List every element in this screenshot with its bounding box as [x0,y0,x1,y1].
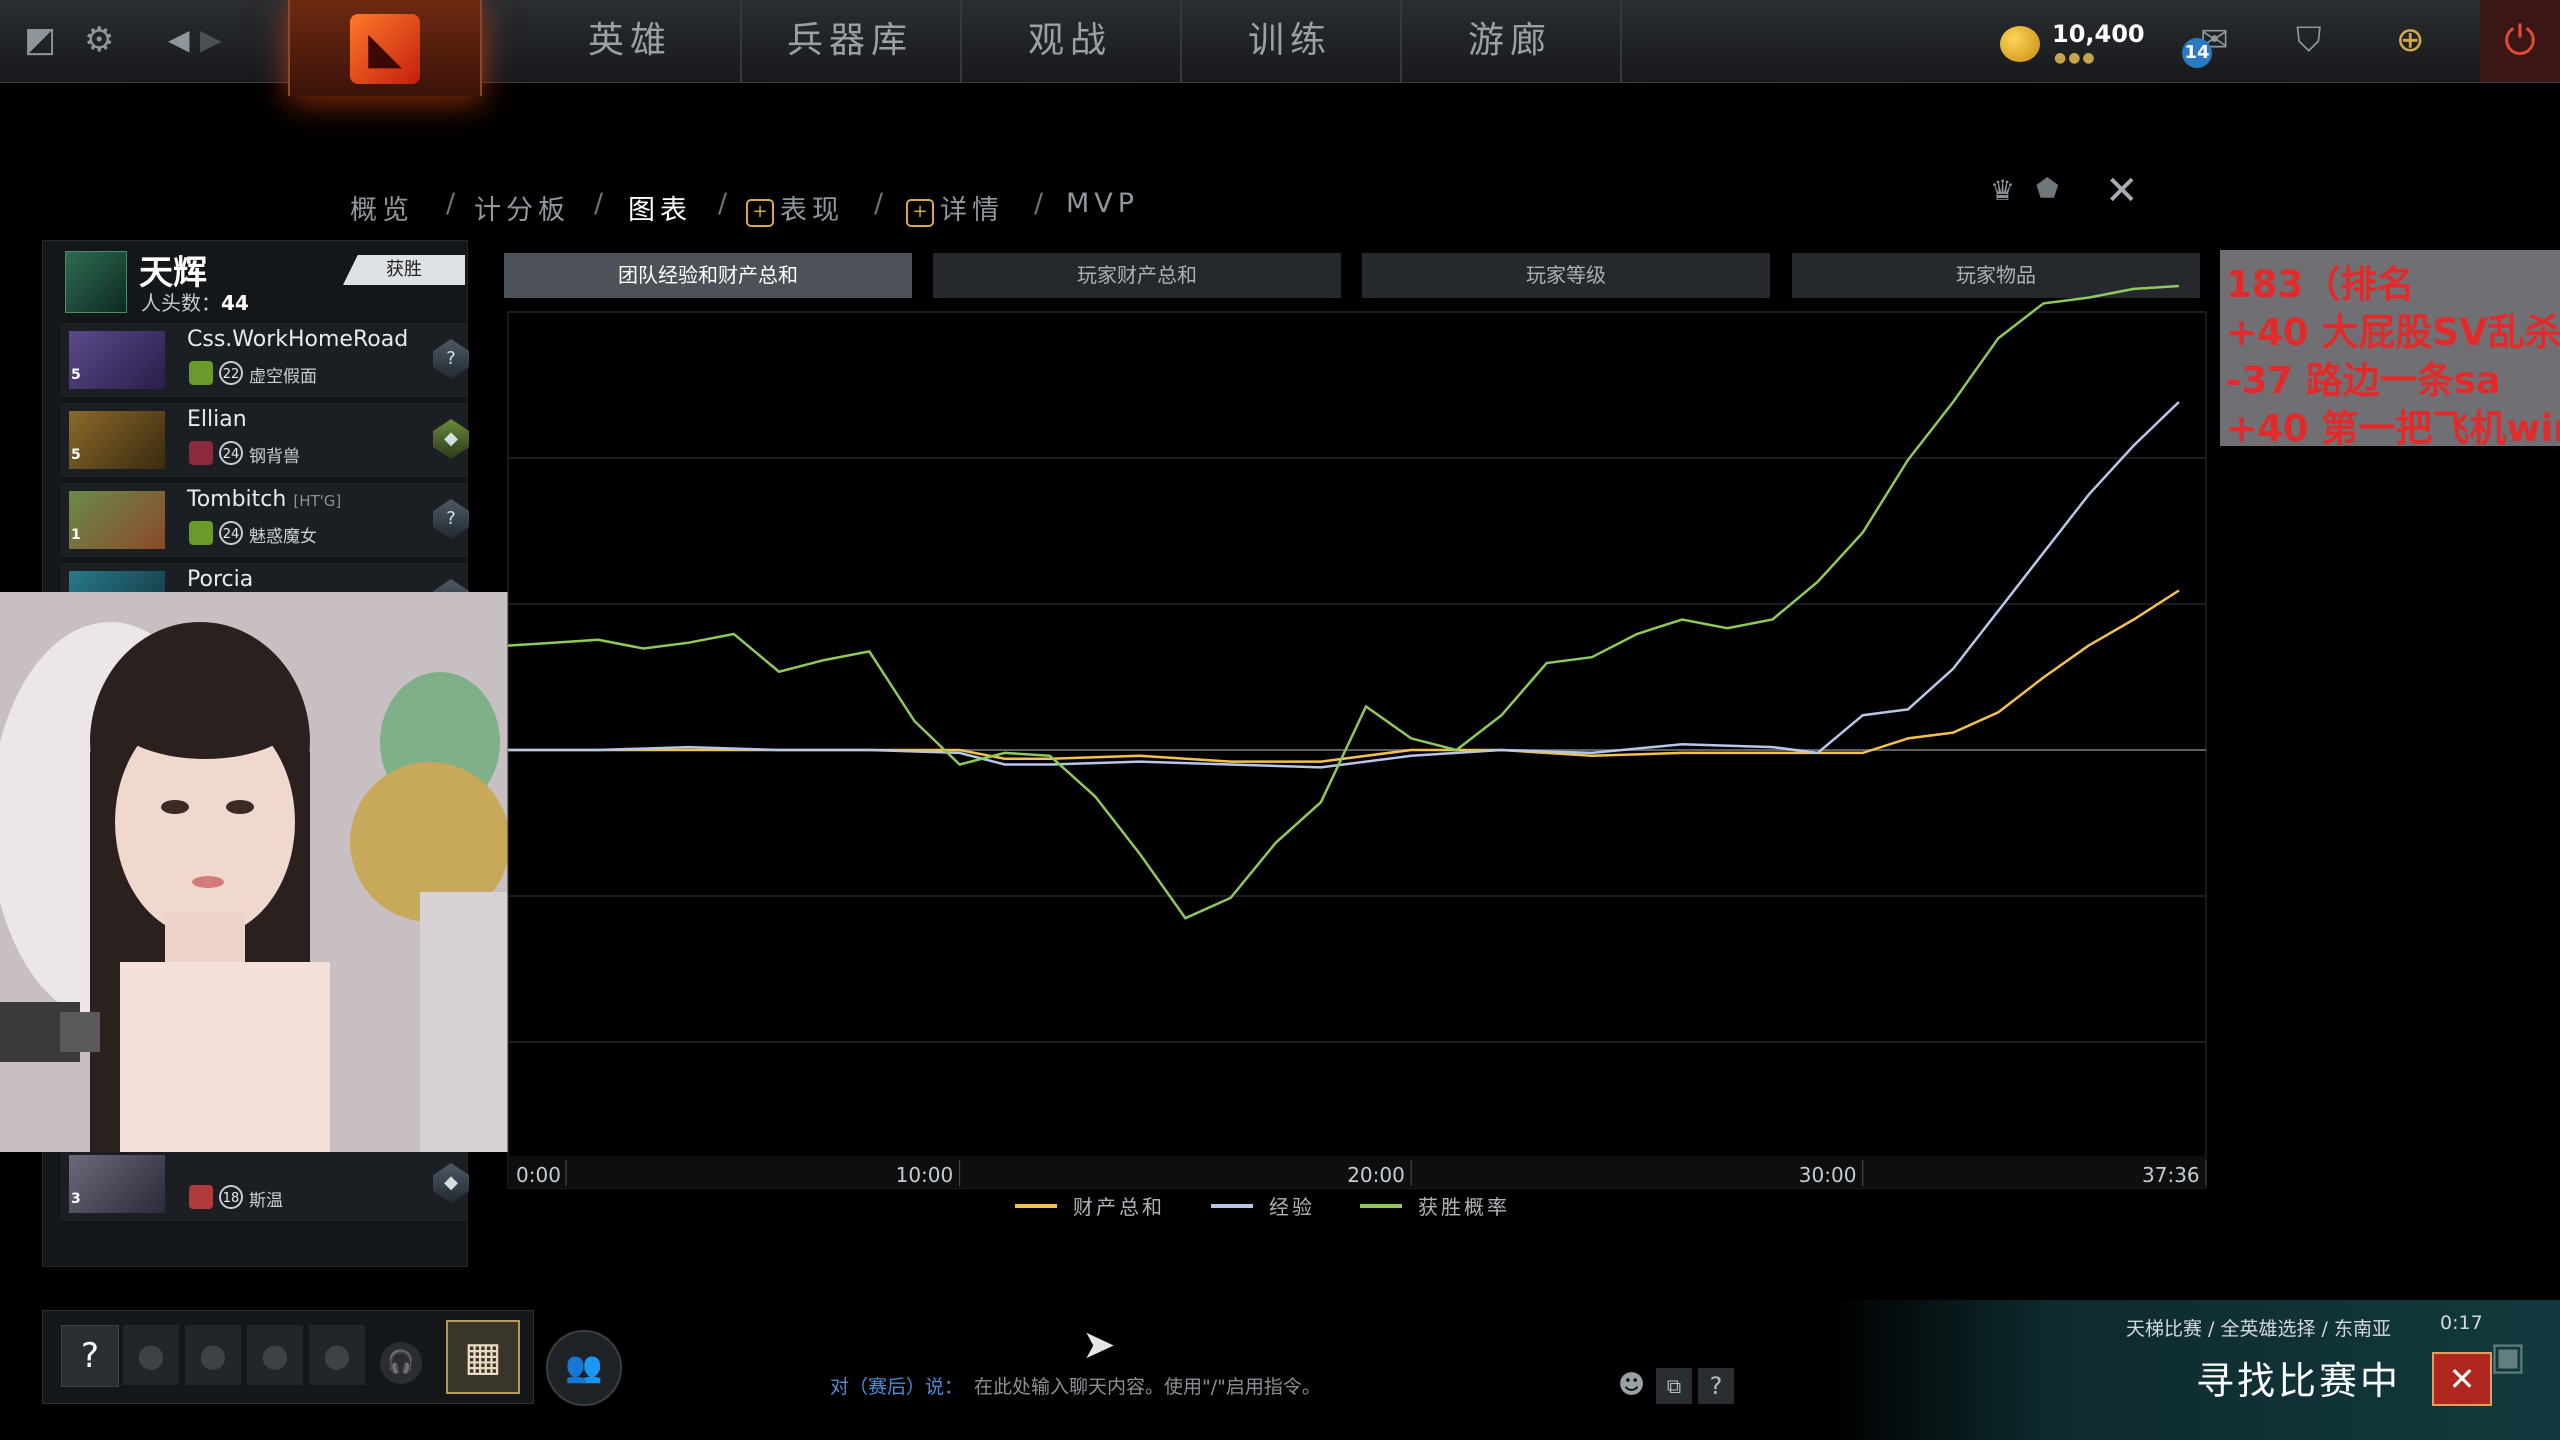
legend-swatch [1360,1204,1402,1208]
legend-win-probability: 获胜概率 [1360,1191,1510,1220]
x-tick-label: 30:00 [1798,1163,1857,1187]
mouse-cursor-icon: ➤ [1082,1322,1116,1368]
matchmaking-mode: 天梯比赛 / 全英雄选择 / 东南亚 [2126,1318,2391,1340]
matchmaking-status: 寻找比赛中 [2196,1359,2402,1403]
x-tick-label: 0:00 [516,1163,561,1187]
x-tick-label: 37:36 [2142,1163,2200,1187]
cancel-search-button[interactable]: ✕ [2432,1352,2492,1406]
matchmaking-timer: 0:17 [2440,1312,2483,1334]
legend-label: 财产总和 [1073,1195,1165,1219]
screenshot-icon[interactable]: ⧉ [1656,1368,1692,1404]
emoji-icon[interactable]: ☻ [1618,1370,1645,1400]
chat-help-button[interactable]: ? [1698,1368,1734,1404]
x-tick-label: 20:00 [1347,1163,1405,1187]
party-slot-icon[interactable]: ● [123,1325,179,1385]
chat-channel-label[interactable]: 对（赛后）说： [830,1372,963,1399]
legend-networth: 财产总和 [1015,1191,1165,1220]
advantage-chart [507,284,2207,1189]
overlay-line: -37 路边一条sa [2226,359,2501,402]
headset-icon[interactable]: 🎧 [380,1342,422,1384]
overlay-line: +40 大屁股SV乱杀 [2226,311,2560,354]
stream-text-overlay: 183（排名 +40 大屁股SV乱杀 -37 路边一条sa +40 第一把飞机w… [2220,250,2560,450]
party-slot-icon[interactable]: ● [185,1325,241,1385]
stream-watermark-icon: ▣ [2490,1334,2526,1378]
legend-label: 获胜概率 [1418,1195,1510,1219]
friends-icon[interactable]: 👥 [546,1330,622,1406]
overlay-line: 183（排名 [2226,263,2415,306]
legend-xp: 经验 [1211,1191,1315,1220]
party-slot-icon[interactable]: ● [247,1325,303,1385]
party-slot-icon[interactable]: ● [309,1325,365,1385]
overlay-line: +40 第一把飞机win [2226,407,2560,450]
legend-swatch [1211,1204,1253,1208]
x-tick-label: 10:00 [895,1163,954,1187]
legend-swatch [1015,1204,1057,1208]
legend-label: 经验 [1269,1195,1315,1219]
chat-input[interactable]: 在此处输入聊天内容。使用"/"启用指令。 [974,1372,1321,1399]
help-button[interactable]: ? [61,1325,119,1387]
party-banner-icon[interactable]: ▦ [446,1320,520,1394]
